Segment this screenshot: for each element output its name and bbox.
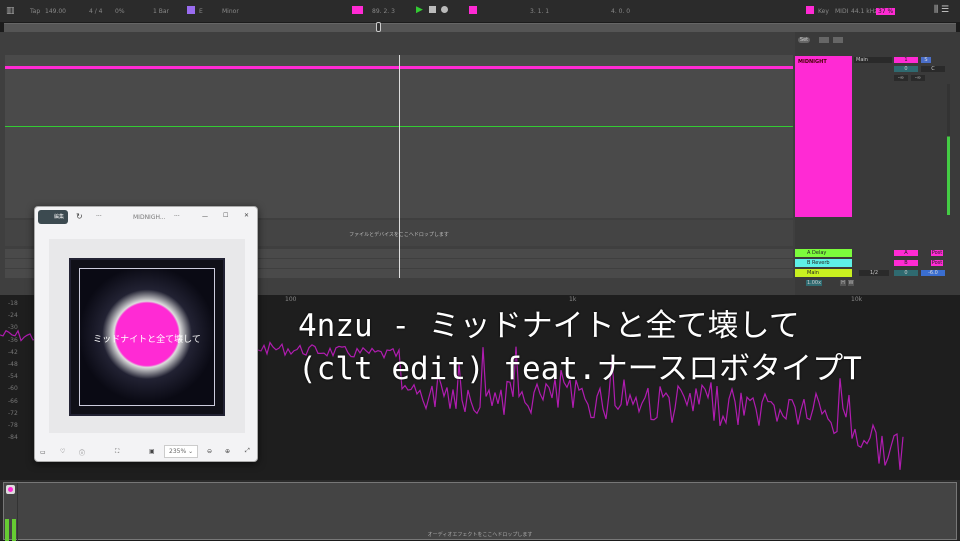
tempo-field[interactable]: 149.00 — [45, 8, 66, 15]
device-drop-hint: オーディオエフェクトをここへドロップします — [427, 532, 533, 538]
track-name: MIDNIGHT — [798, 59, 827, 65]
main-db[interactable]: -6.0 — [921, 270, 945, 276]
set-button[interactable]: Set — [798, 37, 810, 43]
more-button[interactable]: ··· — [96, 213, 102, 220]
h-button[interactable]: H — [840, 280, 846, 286]
maximize-button[interactable]: ☐ — [223, 212, 228, 219]
pan-field[interactable]: C — [921, 66, 945, 72]
cover-frame: ミッドナイトと全て壊して — [69, 258, 225, 416]
loop-start[interactable]: 3. 1. 1 — [530, 8, 549, 15]
menu-icon[interactable]: ⫼ ☰ — [934, 5, 949, 15]
solo-button[interactable]: S — [921, 57, 931, 63]
output-select[interactable]: Main — [854, 57, 892, 63]
zoom-out-icon[interactable]: ⊖ — [207, 448, 212, 455]
fullscreen-icon[interactable]: ⤢ — [245, 447, 250, 455]
fit-icon[interactable]: ▣ — [149, 448, 155, 455]
key-map-button[interactable] — [806, 6, 814, 14]
send-b[interactable]: B — [894, 260, 918, 266]
device-view[interactable]: オーディオエフェクトをここへドロップします — [0, 480, 960, 541]
tap-button[interactable]: Tap — [30, 8, 40, 15]
overview-strip[interactable] — [4, 22, 956, 32]
photo-viewer-window: 編集 ↻ ··· MIDNIGH... ··· — ☐ ✕ ミッドナイトと全て壊… — [34, 206, 258, 462]
device-chain[interactable]: オーディオエフェクトをここへドロップします — [3, 482, 957, 541]
play-button[interactable]: ▶ — [416, 5, 423, 15]
peak-level: -∞ — [911, 75, 925, 81]
title-line-2: (clt edit) feat.ナースロボタイプT — [298, 351, 862, 387]
overview-handle[interactable] — [376, 22, 381, 32]
track-header[interactable]: MIDNIGHT — [795, 56, 852, 217]
edit-button[interactable]: 編集 — [38, 210, 68, 224]
midi-label: MIDI — [835, 8, 849, 15]
quantize-menu[interactable]: 1 Bar — [153, 8, 169, 15]
song-position[interactable]: 89. 2. 3 — [372, 8, 395, 15]
crop-icon[interactable]: ⛶ — [115, 448, 119, 456]
time-signature[interactable]: 4 / 4 — [89, 8, 102, 15]
mixer-panel: Set MIDNIGHT Main 1 S 0 C -∞ -∞ A Delay … — [795, 32, 960, 295]
favorite-icon[interactable]: ♡ — [60, 448, 65, 455]
album-cover: ミッドナイトと全て壊して — [49, 239, 245, 433]
track-activator[interactable]: 1 — [894, 57, 918, 63]
view-toggle-icon[interactable]: ▥ — [6, 6, 15, 16]
post-button[interactable]: Post — [931, 250, 943, 256]
automation-arm-icon[interactable] — [469, 6, 477, 14]
w-button[interactable]: W — [848, 280, 854, 286]
peak-level: -∞ — [894, 75, 908, 81]
zoom-field[interactable]: 1.00x — [806, 280, 822, 286]
return-a-header[interactable]: A Delay — [795, 249, 852, 257]
cover-art: ミッドナイトと全て壊して — [79, 268, 215, 406]
info-icon[interactable]: ⓘ — [79, 448, 85, 457]
volume-field[interactable]: 0 — [894, 66, 918, 72]
post-button[interactable]: Post — [931, 260, 943, 266]
expand-icon[interactable] — [819, 37, 829, 43]
main-output-select[interactable]: 1/2 — [859, 270, 889, 276]
record-button[interactable] — [441, 6, 448, 13]
stop-button[interactable] — [429, 6, 436, 13]
loop-length[interactable]: 4. 0. 0 — [611, 8, 630, 15]
song-title-overlay: 4nzu - ミッドナイトと全て壊して (clt edit) feat.ナースロ… — [298, 305, 862, 391]
main-volume[interactable]: 0 — [894, 270, 918, 276]
zoom-select[interactable]: 235% ⌄ — [164, 445, 199, 458]
transport-bar: ▥ Tap 149.00 4 / 4 0% 1 Bar E Minor 89. … — [0, 0, 960, 22]
main-header[interactable]: Main — [795, 269, 852, 277]
key-select[interactable]: E — [199, 8, 203, 15]
device-activator[interactable] — [6, 485, 15, 494]
scale-select[interactable]: Minor — [222, 8, 239, 15]
title-line-1: 4nzu - ミッドナイトと全て壊して — [298, 308, 800, 344]
window-title: MIDNIGH... — [133, 214, 166, 221]
scale-icon[interactable] — [187, 6, 195, 14]
zoom-value: 235% — [169, 448, 187, 455]
rotate-icon[interactable]: ↻ — [76, 212, 83, 221]
level-meter — [947, 84, 950, 215]
key-label: Key — [818, 8, 829, 15]
playhead — [399, 55, 400, 278]
return-b-header[interactable]: B Reverb — [795, 259, 852, 267]
more-button[interactable]: ··· — [174, 213, 180, 220]
close-button[interactable]: ✕ — [244, 212, 249, 219]
lock-icon[interactable] — [833, 37, 843, 43]
send-a[interactable]: A — [894, 250, 918, 256]
cover-text: ミッドナイトと全て壊して — [93, 335, 201, 345]
zoom-in-icon[interactable]: ⊕ — [225, 448, 230, 455]
groove-amount[interactable]: 0% — [115, 8, 125, 15]
minimize-button[interactable]: — — [202, 213, 208, 220]
sample-rate: 44.1 kHz — [851, 8, 878, 15]
filmstrip-icon[interactable]: ▭ — [40, 449, 46, 456]
cpu-meter: 37 % — [876, 8, 896, 15]
follow-button[interactable] — [352, 6, 363, 14]
